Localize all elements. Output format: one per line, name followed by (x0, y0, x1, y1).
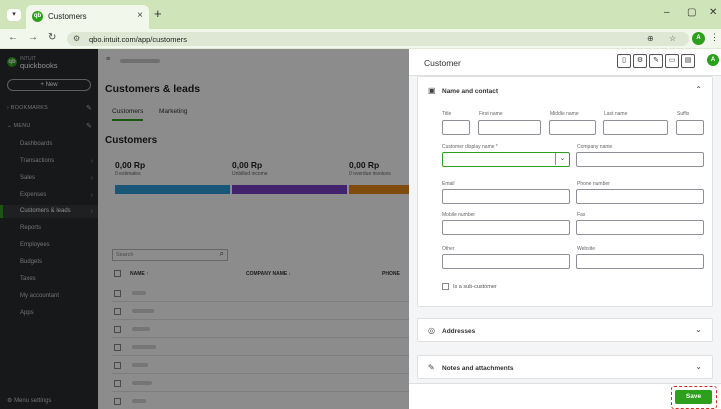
customer-display-name-dropdown[interactable]: ⌄ (442, 152, 570, 167)
title-label: Title (442, 111, 452, 117)
display-name-label: Customer display name * (442, 144, 498, 150)
name-contact-card: ▣ Name and contact ⌃ Title First name Mi… (417, 76, 713, 307)
drawer-header-icons: ▯ ⚙ ✎ ▭ ▤ (617, 54, 695, 71)
fax-label: Fax (577, 212, 586, 218)
tab-search-icon[interactable]: ▾ (7, 9, 21, 21)
doc-icon[interactable]: ▤ (681, 54, 695, 68)
last-name-field[interactable] (603, 120, 668, 135)
addresses-card[interactable]: ◎ Addresses ⌄ (417, 318, 713, 342)
contact-card-icon: ▣ (428, 86, 436, 95)
company-name-label: Company name (577, 144, 613, 150)
close-window-icon[interactable]: ✕ (709, 7, 717, 18)
profile-avatar[interactable]: A (692, 32, 705, 45)
first-name-field[interactable] (478, 120, 541, 135)
edit-icon[interactable]: ✎ (649, 54, 663, 68)
quickbooks-favicon: qb (32, 11, 43, 22)
addresses-title: Addresses (442, 328, 476, 335)
minimize-icon[interactable]: – (664, 7, 670, 18)
browser-tab-bar: ▾ qb Customers × + – ▢ ✕ (0, 0, 721, 29)
drawer-footer: Save (409, 383, 721, 409)
middle-name-field[interactable] (549, 120, 596, 135)
url-text: qbo.intuit.com/app/customers (89, 35, 187, 44)
location-pin-icon: ◎ (428, 326, 435, 335)
zoom-icon[interactable]: ⊕ (647, 34, 654, 43)
browser-toolbar: ← → ↻ ⚙ qbo.intuit.com/app/customers ⊕ ☆… (0, 29, 721, 49)
note-icon: ✎ (428, 363, 435, 372)
mobile-label: Mobile number (442, 212, 476, 218)
gear-icon[interactable]: ⚙ (633, 54, 647, 68)
tab-title: Customers (48, 12, 87, 21)
first-name-label: First name (479, 111, 503, 117)
restore-icon[interactable]: ▢ (687, 7, 696, 18)
fax-field[interactable] (576, 220, 704, 235)
save-button[interactable]: Save (675, 390, 712, 404)
notes-title: Notes and attachments (442, 365, 514, 372)
email-label: Email (442, 181, 455, 187)
website-label: Website (577, 246, 595, 252)
card-icon[interactable]: ▭ (665, 54, 679, 68)
suffix-field[interactable] (676, 120, 704, 135)
bookmark-star-icon[interactable]: ☆ (669, 34, 676, 43)
website-field[interactable] (576, 254, 704, 269)
phone-field[interactable] (576, 189, 704, 204)
save-highlight: Save (671, 386, 717, 409)
sub-customer-label: Is a sub-customer (453, 284, 497, 290)
suffix-label: Suffix (677, 111, 690, 117)
drawer-header: Customer ▯ ⚙ ✎ ▭ ▤ A (409, 49, 721, 76)
user-avatar[interactable]: A (707, 54, 719, 66)
chevron-down-icon[interactable]: ⌄ (695, 362, 702, 371)
other-field[interactable] (442, 254, 570, 269)
chevron-up-icon[interactable]: ⌃ (695, 85, 702, 94)
company-name-field[interactable] (576, 152, 704, 167)
last-name-label: Last name (604, 111, 628, 117)
chevron-down-icon[interactable]: ⌄ (555, 153, 569, 165)
drawer-title: Customer (424, 58, 461, 68)
name-contact-title: Name and contact (442, 88, 498, 95)
address-bar[interactable]: ⚙ qbo.intuit.com/app/customers ⊕ ☆ (67, 32, 689, 46)
chevron-down-icon[interactable]: ⌄ (695, 325, 702, 334)
site-info-icon[interactable]: ⚙ (73, 34, 80, 43)
customer-drawer: Customer ▯ ⚙ ✎ ▭ ▤ A ▣ Name and contact … (409, 49, 721, 409)
notes-card[interactable]: ✎ Notes and attachments ⌄ (417, 355, 713, 379)
new-tab-icon[interactable]: + (154, 6, 162, 21)
reload-icon[interactable]: ↻ (48, 32, 56, 43)
sub-customer-checkbox[interactable] (442, 283, 449, 290)
email-field[interactable] (442, 189, 570, 204)
browser-menu-icon[interactable]: ⋮ (710, 32, 719, 43)
phone-label: Phone number (577, 181, 610, 187)
middle-name-label: Middle name (550, 111, 579, 117)
browser-tab-customers[interactable]: qb Customers × (26, 5, 149, 29)
back-icon[interactable]: ← (8, 32, 18, 43)
forward-icon[interactable]: → (28, 32, 38, 43)
other-label: Other (442, 246, 455, 252)
mobile-field[interactable] (442, 220, 570, 235)
title-field[interactable] (442, 120, 470, 135)
close-tab-icon[interactable]: × (137, 10, 143, 21)
page-icon[interactable]: ▯ (617, 54, 631, 68)
modal-overlay[interactable] (0, 49, 409, 409)
